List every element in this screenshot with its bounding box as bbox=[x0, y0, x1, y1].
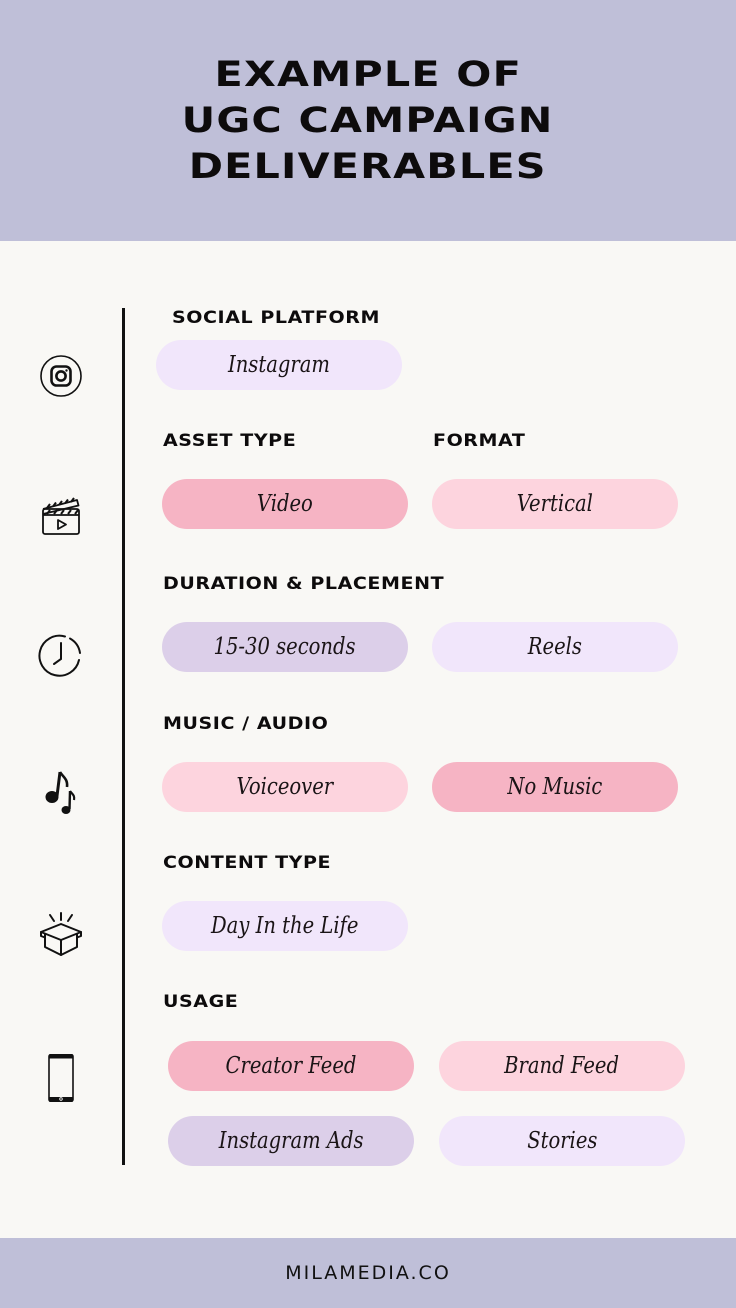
pill-video: Video bbox=[162, 479, 408, 529]
pill-text: Brand Feed bbox=[504, 1053, 620, 1079]
pill-creator-feed: Creator Feed bbox=[168, 1041, 414, 1091]
pill-text: Instagram bbox=[228, 352, 330, 378]
section-label-social-platform: SOCIAL PLATFORM bbox=[172, 308, 380, 328]
pill-instagram-ads: Instagram Ads bbox=[168, 1116, 414, 1166]
clapperboard-icon bbox=[37, 492, 85, 540]
vertical-divider bbox=[122, 308, 125, 1165]
pill-text: Instagram Ads bbox=[218, 1128, 364, 1154]
footer-website: MILAMEDIA.CO bbox=[285, 1262, 451, 1284]
open-box-icon bbox=[37, 910, 85, 958]
section-label-usage: USAGE bbox=[163, 992, 239, 1012]
instagram-icon bbox=[37, 352, 85, 400]
pill-text: Creator Feed bbox=[225, 1053, 357, 1079]
pill-instagram: Instagram bbox=[156, 340, 402, 390]
pill-no-music: No Music bbox=[432, 762, 678, 812]
section-label-content-type: CONTENT TYPE bbox=[163, 853, 332, 873]
pill-duration: 15-30 seconds bbox=[162, 622, 408, 672]
pill-brand-feed: Brand Feed bbox=[439, 1041, 685, 1091]
pill-day-in-the-life: Day In the Life bbox=[162, 901, 408, 951]
section-label-asset-type: ASSET TYPE bbox=[163, 431, 297, 451]
clock-icon bbox=[37, 632, 85, 680]
pill-text: No Music bbox=[507, 774, 603, 800]
pill-text: 15-30 seconds bbox=[213, 634, 357, 660]
pill-text: Video bbox=[257, 491, 313, 517]
pill-text: Reels bbox=[527, 634, 583, 660]
pill-text: Day In the Life bbox=[211, 913, 359, 939]
pill-stories: Stories bbox=[439, 1116, 685, 1166]
section-label-duration-placement: DURATION & PLACEMENT bbox=[163, 574, 445, 594]
smartphone-icon bbox=[37, 1054, 85, 1102]
footer-banner: MILAMEDIA.CO bbox=[0, 1238, 736, 1308]
title-line-1: EXAMPLE OF bbox=[214, 54, 522, 95]
section-label-music-audio: MUSIC / AUDIO bbox=[163, 714, 329, 734]
pill-voiceover: Voiceover bbox=[162, 762, 408, 812]
pill-text: Stories bbox=[526, 1128, 598, 1154]
music-notes-icon bbox=[37, 768, 85, 816]
pill-reels: Reels bbox=[432, 622, 678, 672]
title-line-2: UGC CAMPAIGN bbox=[182, 100, 554, 141]
pill-text: Vertical bbox=[516, 491, 594, 517]
title-line-3: DELIVERABLES bbox=[188, 146, 548, 187]
pill-text: Voiceover bbox=[236, 774, 334, 800]
section-label-format: FORMAT bbox=[433, 431, 526, 451]
pill-vertical: Vertical bbox=[432, 479, 678, 529]
header-banner: EXAMPLE OF UGC CAMPAIGN DELIVERABLES bbox=[0, 0, 736, 241]
